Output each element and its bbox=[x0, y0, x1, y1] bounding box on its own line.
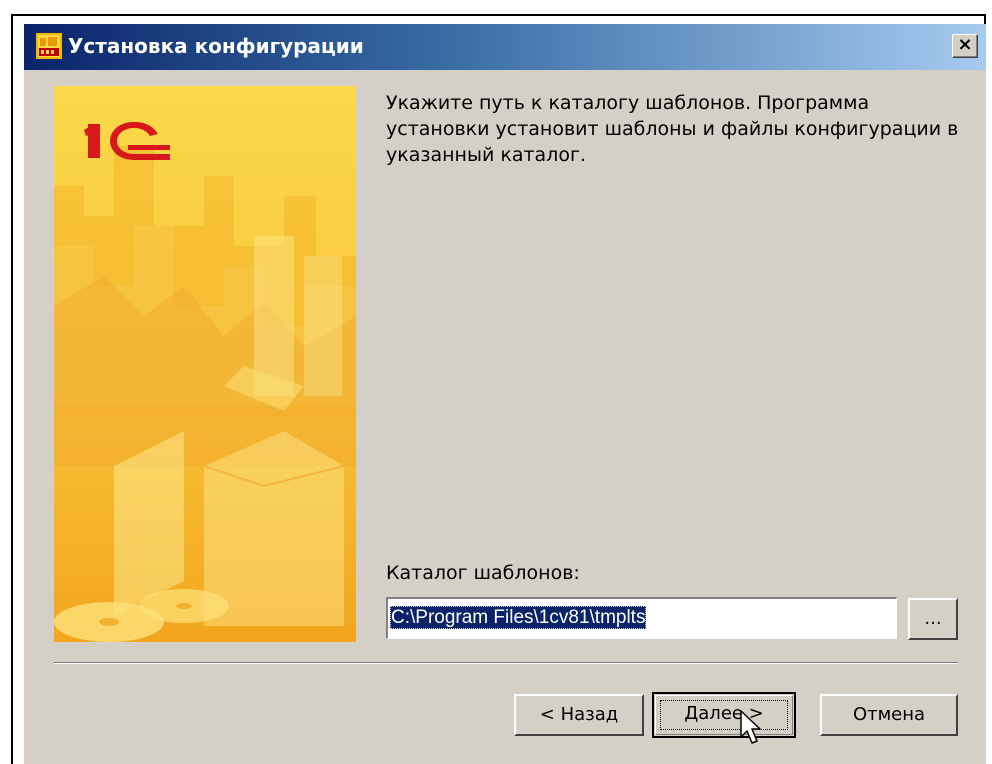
templates-dir-label: Каталог шаблонов: bbox=[386, 562, 580, 584]
cancel-button[interactable]: Отмена bbox=[820, 694, 958, 736]
back-button[interactable]: < Назад bbox=[514, 694, 644, 736]
templates-dir-input[interactable]: C:\Program Files\1cv81\tmplts bbox=[386, 597, 897, 639]
footer-divider bbox=[54, 662, 958, 664]
close-icon: × bbox=[957, 34, 973, 55]
window-title: Установка конфигурации bbox=[68, 34, 364, 58]
next-button-label: Далее > bbox=[684, 703, 764, 724]
next-button[interactable]: Далее > bbox=[652, 692, 796, 738]
1c-app-icon bbox=[36, 33, 62, 59]
title-bar[interactable]: Установка конфигурации × bbox=[24, 24, 986, 70]
setup-dialog: Установка конфигурации × Укажите путь к … bbox=[24, 24, 986, 764]
templates-dir-value: C:\Program Files\1cv81\tmplts bbox=[390, 606, 647, 629]
instruction-text: Укажите путь к каталогу шаблонов. Програ… bbox=[386, 92, 959, 166]
wizard-banner-image bbox=[54, 86, 356, 642]
browse-button[interactable]: ... bbox=[908, 598, 958, 640]
close-button[interactable]: × bbox=[952, 34, 978, 58]
banner-illustration bbox=[54, 86, 356, 642]
